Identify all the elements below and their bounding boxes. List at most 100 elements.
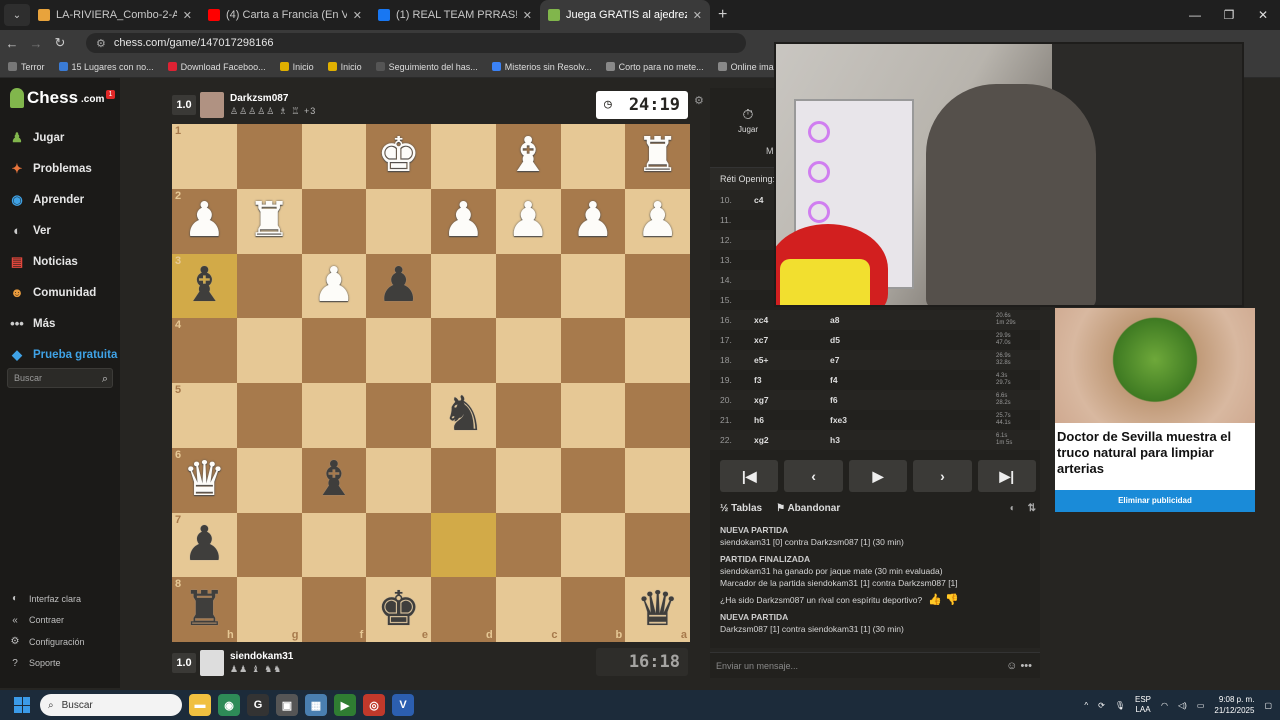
calculator-icon[interactable]: ▦ [305,694,327,716]
maximize-button[interactable]: ❐ [1212,0,1246,30]
app-terminal-icon[interactable]: ▶ [334,694,356,716]
board-square[interactable]: ♟ [301,253,367,319]
url-field[interactable]: ⚙ chess.com/game/147017298166 [86,33,746,53]
board-square[interactable] [366,188,431,254]
sidebar-item-más[interactable]: ••• Más [0,308,120,339]
search-icon[interactable]: ⌕ [102,370,108,388]
chat-input[interactable]: Enviar un mensaje... ☺ ••• [710,652,1040,678]
site-info-icon[interactable]: ⚙ [96,37,106,50]
board-square[interactable] [495,512,561,578]
board-square[interactable] [366,512,431,578]
white-rook-piece[interactable]: ♜ [636,132,679,180]
tab-search-button[interactable]: ⌄ [4,4,30,26]
sidebar-item-prueba-gratuita[interactable]: ◆ Prueba gratuita [0,339,120,370]
sidebar-item-noticias[interactable]: ▤ Noticias [0,246,120,277]
bottom-player-name[interactable]: siendokam31 [230,651,293,663]
sidebar-item-jugar[interactable]: ♟ Jugar [0,122,120,153]
board-square[interactable] [431,124,496,189]
board-square[interactable] [301,318,367,383]
bookmark-item[interactable]: Download Faceboo... [167,62,266,72]
wifi-icon[interactable]: ◠ [1161,701,1168,710]
volume-icon[interactable]: ◁) [1178,701,1187,710]
board-square[interactable] [301,383,367,448]
board-square[interactable] [560,512,626,578]
white-pawn-piece[interactable]: ♟ [183,197,226,245]
white-move[interactable]: xc7 [742,335,796,345]
bookmark-item[interactable]: Inicio [279,62,314,72]
close-window-button[interactable]: ✕ [1246,0,1280,30]
emoji-icon[interactable]: ☺ [1006,660,1017,672]
board-square[interactable] [236,447,302,513]
prev-move-button[interactable]: ‹ [784,460,843,492]
board-square[interactable] [560,447,626,513]
bookmark-item[interactable]: Corto para no mete... [605,62,704,72]
sidebar-footer-item[interactable]: « Contraer [0,610,120,632]
board-square[interactable] [431,512,496,578]
white-pawn-piece[interactable]: ♟ [507,197,550,245]
board-square[interactable]: ♝ [495,124,561,189]
black-move[interactable]: d5 [796,335,916,345]
board-square[interactable]: 8 h ♜ [172,577,237,642]
board-square[interactable] [366,383,431,448]
black-bishop-piece[interactable]: ♝ [312,456,355,504]
black-king-piece[interactable]: ♚ [377,585,420,634]
board-square[interactable] [301,124,367,189]
analysis-icon[interactable]: ◐ [1010,503,1016,514]
board-square[interactable] [495,447,561,513]
browser-tab[interactable]: (4) Carta a Francia (En Vivo) - Yo ✕ [200,0,370,30]
sidebar-item-aprender[interactable]: ◉ Aprender [0,184,120,215]
board-square[interactable] [495,383,561,448]
white-pawn-piece[interactable]: ♟ [636,197,679,245]
black-move[interactable]: e7 [796,355,916,365]
board-square[interactable]: 7 ♟ [172,512,237,578]
board-square[interactable]: ♜ [236,188,302,254]
board-square[interactable] [236,318,302,383]
tab-close-icon[interactable]: ✕ [183,9,192,22]
board-square[interactable] [301,188,367,254]
board-square[interactable] [560,383,626,448]
board-square[interactable]: 1 [172,124,237,189]
thumbs-up-icon[interactable]: 👍 [928,594,942,606]
board-square[interactable] [431,253,496,319]
forward-button[interactable]: → [24,36,48,51]
board-square[interactable]: b [560,577,626,642]
white-pawn-piece[interactable]: ♟ [312,261,355,310]
black-move[interactable]: f4 [796,375,916,385]
sidebar-footer-item[interactable]: ? Soporte [0,653,120,675]
top-player-avatar[interactable] [200,92,224,118]
board-square[interactable] [366,447,431,513]
last-move-button[interactable]: ▶| [977,460,1037,492]
board-square[interactable]: g [236,577,302,642]
white-move[interactable]: xc4 [742,315,796,325]
black-move[interactable]: f6 [796,395,916,405]
notifications-icon[interactable]: ▢ [1264,701,1272,710]
top-player-name[interactable]: Darkzsm087 [230,93,316,105]
white-move[interactable]: e5+ [742,355,796,365]
white-bishop-piece[interactable]: ♝ [507,132,550,180]
browser-tab[interactable]: (1) REAL TEAM PRRAS! | Faceb ✕ [370,0,540,30]
app-monitor-icon[interactable]: ▣ [276,694,298,716]
board-square[interactable] [366,318,431,383]
app-red-icon[interactable]: ◎ [363,694,385,716]
board-square[interactable] [236,253,302,319]
board-square[interactable]: ♟ [495,188,561,254]
board-square[interactable] [236,512,302,578]
tray-overflow-icon[interactable]: ^ [1084,701,1088,710]
language-indicator[interactable]: ESP LAA [1135,695,1151,715]
tab-close-icon[interactable]: ✕ [353,9,362,22]
sidebar-footer-item[interactable]: ◐ Interfaz clara [0,588,120,610]
white-move[interactable]: xg7 [742,395,796,405]
board-square[interactable] [495,318,561,383]
browser-tab[interactable]: LA-RIVIERA_Combo-2-Asados- ✕ [30,0,200,30]
board-square[interactable]: 6 ♛ [172,447,237,513]
tab-close-icon[interactable]: ✕ [693,9,702,22]
black-bishop-piece[interactable]: ♝ [183,261,226,310]
remove-ads-button[interactable]: Eliminar publicidad [1055,490,1255,512]
black-pawn-piece[interactable]: ♟ [183,520,226,569]
board-square[interactable] [560,124,626,189]
board-square[interactable]: a ♛ [625,577,690,642]
minimize-button[interactable]: — [1178,0,1212,30]
mic-icon[interactable]: 🎙 [1115,701,1125,710]
board-square[interactable]: 5 [172,383,237,448]
board-square[interactable] [625,512,690,578]
